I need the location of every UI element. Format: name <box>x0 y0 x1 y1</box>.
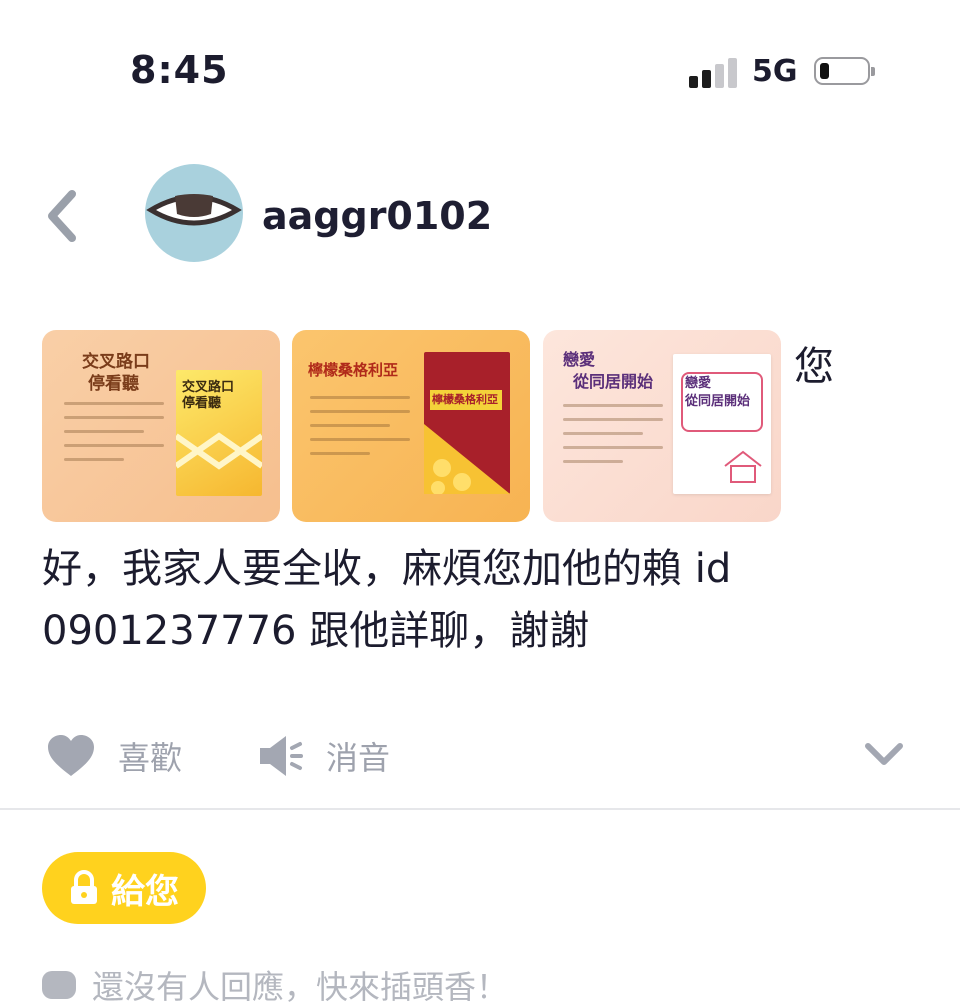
eye-icon <box>146 194 242 226</box>
image-title: 戀愛 <box>563 350 596 369</box>
mute-button[interactable]: 消音 <box>258 734 390 778</box>
like-button[interactable]: 喜歡 <box>46 734 182 778</box>
no-replies-message: 還沒有人回應，快來插頭香！ <box>42 962 508 1008</box>
post-text: 好，我家人要全收，麻煩您加他的賴 id 0901237776 跟他詳聊，謝謝 <box>42 546 732 654</box>
book-cover: 檸檬桑格利亞 <box>424 352 510 494</box>
like-label: 喜歡 <box>118 739 183 777</box>
comment-bubble-icon <box>42 971 76 999</box>
image-title: 交叉路口 <box>82 352 150 372</box>
divider <box>0 808 960 810</box>
network-type: 5G <box>752 54 798 89</box>
no-replies-text: 還沒有人回應，快來插頭香！ <box>92 968 509 1006</box>
lock-icon <box>71 870 97 904</box>
status-time: 8:45 <box>130 48 229 92</box>
avatar[interactable] <box>145 164 243 262</box>
heart-icon <box>48 735 94 776</box>
post-image-3[interactable]: 戀愛 從同居開始 戀愛 從同居開始 <box>543 330 781 522</box>
book-cover: 戀愛 從同居開始 <box>673 354 771 494</box>
chevron-left-icon <box>48 190 76 242</box>
post-text-start: 您 <box>794 344 834 390</box>
give-button-label: 給您 <box>111 871 179 912</box>
book-cover: 交叉路口 停看聽 <box>176 370 262 496</box>
battery-icon <box>814 57 875 85</box>
expand-button[interactable] <box>864 740 904 770</box>
post-image-2[interactable]: 檸檬桑格利亞 檸檬桑格利亞 <box>292 330 530 522</box>
post-image-1[interactable]: 交叉路口 停看聽 交叉路口 停看聽 <box>42 330 280 522</box>
image-title: 檸檬桑格利亞 <box>308 361 399 379</box>
give-button[interactable]: 給您 <box>42 852 206 924</box>
username[interactable]: aaggr0102 <box>262 194 492 238</box>
cellular-signal-icon <box>689 56 737 88</box>
mute-label: 消音 <box>326 739 391 777</box>
chevron-down-icon <box>865 743 903 765</box>
back-button[interactable] <box>42 190 82 242</box>
speaker-mute-icon <box>260 736 303 776</box>
image-subtitle: 停看聽 <box>88 374 139 394</box>
house-icon <box>724 450 762 483</box>
image-subtitle: 從同居開始 <box>573 372 654 391</box>
